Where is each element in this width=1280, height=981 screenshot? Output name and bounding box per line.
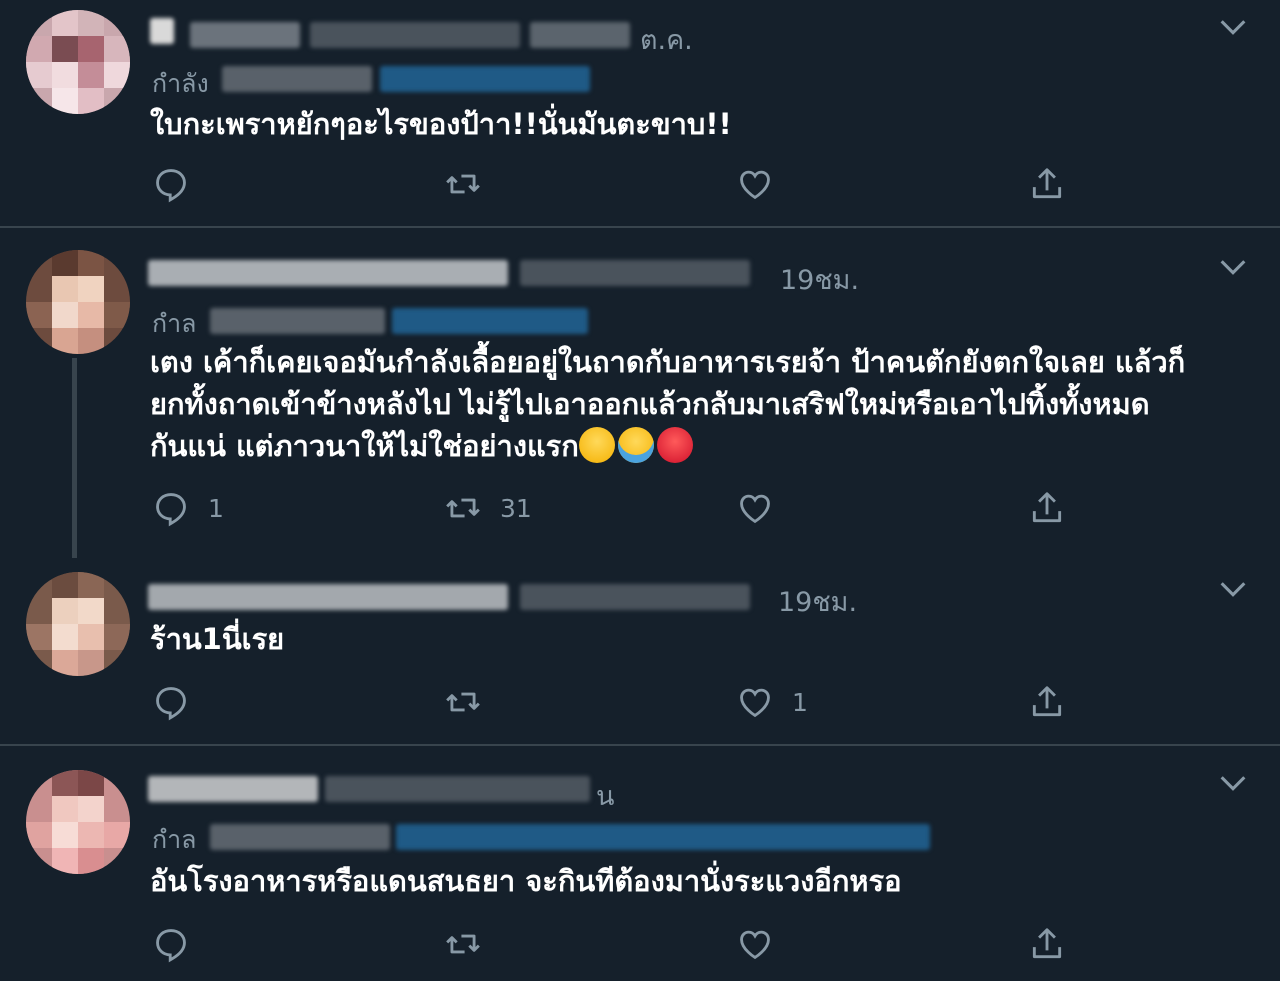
chevron-down-icon[interactable] [1216, 572, 1250, 606]
heart-icon [740, 930, 770, 960]
angry-face-emoji [656, 427, 693, 463]
retweet-icon [446, 692, 480, 712]
tweet-actions [0, 162, 1280, 206]
reply-button[interactable] [152, 162, 208, 206]
tweet[interactable]: น กำล อันโรงอาหารหรือแดนสนธยา จะกินทีต้อ… [0, 746, 1280, 981]
reply-button[interactable]: 1 [152, 486, 224, 530]
chevron-down-icon[interactable] [1216, 766, 1250, 800]
like-button[interactable]: 1 [736, 680, 808, 724]
tweet-actions: 1 31 [0, 486, 1280, 530]
reply-icon [156, 929, 186, 963]
share-icon [1032, 168, 1062, 199]
tweet-time[interactable]: น [596, 774, 614, 817]
reply-count: 1 [208, 493, 224, 523]
retweet-button[interactable] [444, 680, 500, 724]
like-count: 1 [792, 687, 808, 717]
tweet-text: ใบกะเพราหยักๆอะไรของป้าา!!นั่นมันตะขาบ!! [150, 107, 732, 141]
reply-icon [156, 687, 186, 721]
reply-handle[interactable] [396, 824, 930, 850]
reply-handle[interactable] [222, 66, 372, 92]
share-button[interactable] [1028, 162, 1066, 206]
retweet-count: 31 [500, 493, 532, 523]
tweet-actions: 1 [0, 680, 1280, 724]
tweet[interactable]: ต.ค. กำลัง ใบกะเพราหยักๆอะไรของป้าา!!นั่… [0, 0, 1280, 228]
crying-face-emoji [578, 427, 615, 463]
reply-prefix: กำลัง [152, 69, 209, 98]
avatar[interactable] [26, 572, 130, 676]
avatar[interactable] [26, 250, 130, 354]
reply-handle[interactable] [210, 824, 390, 850]
reply-icon [156, 493, 186, 527]
reply-prefix: กำล [152, 825, 197, 854]
tweet-actions [0, 922, 1280, 966]
like-button[interactable] [736, 922, 792, 966]
like-button[interactable] [736, 162, 792, 206]
retweet-button[interactable]: 31 [444, 486, 532, 530]
retweet-icon [446, 174, 480, 194]
reply-icon [156, 169, 186, 203]
retweet-button[interactable] [444, 162, 500, 206]
heart-icon [740, 688, 770, 718]
tweet-text: ร้าน1นี่เรย [150, 622, 285, 656]
replying-to: กำล [152, 820, 197, 860]
share-icon [1032, 928, 1062, 959]
retweet-icon [446, 934, 480, 954]
retweet-icon [446, 498, 480, 518]
chevron-down-icon[interactable] [1216, 10, 1250, 44]
reply-handle[interactable] [210, 308, 385, 334]
share-icon [1032, 686, 1062, 717]
like-button[interactable] [736, 486, 792, 530]
heart-icon [740, 494, 770, 524]
avatar[interactable] [26, 10, 130, 114]
reply-handle[interactable] [392, 308, 588, 334]
replying-to: กำล [152, 304, 197, 344]
heart-icon [740, 170, 770, 200]
tweet-text: อันโรงอาหารหรือแดนสนธยา จะกินทีต้องมานั่… [150, 864, 902, 898]
tweet-time[interactable]: 19ชม. [780, 258, 859, 301]
share-button[interactable] [1028, 922, 1066, 966]
tweet-time[interactable]: 19ชม. [778, 580, 857, 623]
reply-handle[interactable] [380, 66, 590, 92]
reply-button[interactable] [152, 922, 208, 966]
reply-prefix: กำล [152, 309, 197, 338]
tweet[interactable]: 19ชม. กำล เตง เค้าก็เคยเจอมันกำลังเลื้อย… [0, 228, 1280, 558]
replying-to: กำลัง [152, 64, 209, 104]
loudly-crying-face-emoji [617, 427, 654, 463]
reply-button[interactable] [152, 680, 208, 724]
share-button[interactable] [1028, 680, 1066, 724]
tweet[interactable]: 19ชม. ร้าน1นี่เรย 1 [0, 558, 1280, 744]
chevron-down-icon[interactable] [1216, 250, 1250, 284]
share-button[interactable] [1028, 486, 1066, 530]
avatar[interactable] [26, 770, 130, 874]
tweet-text: เตง เค้าก็เคยเจอมันกำลังเลื้อยอยู่ในถาดก… [150, 341, 1240, 467]
retweet-button[interactable] [444, 922, 500, 966]
tweet-time[interactable]: ต.ค. [640, 18, 693, 61]
share-icon [1032, 492, 1062, 523]
